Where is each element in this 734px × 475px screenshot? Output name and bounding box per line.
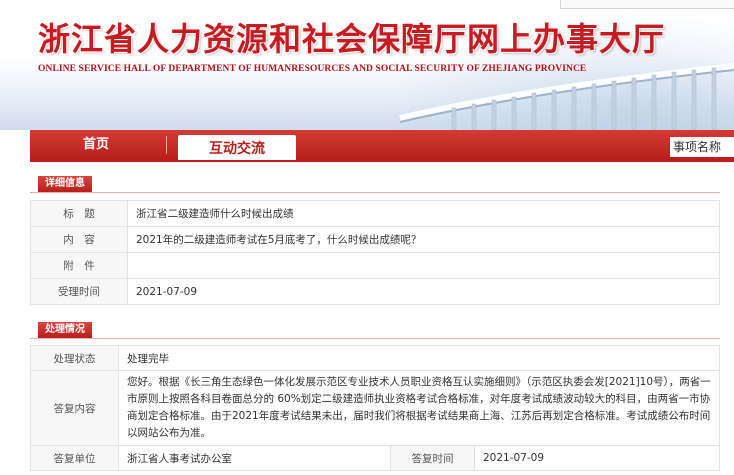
processing-table: 处理状态 处理完毕 答复内容 您好。根据《长三角生态绿色一体化发展示范区专业技术… xyxy=(30,345,720,471)
reply-time-value: 2021-07-09 xyxy=(474,445,720,471)
tab-interactive-communication[interactable]: 互动交流 xyxy=(178,135,296,162)
table-row: 答复单位 浙江省人事考试办公室 答复时间 2021-07-09 xyxy=(30,445,720,471)
reply-unit-value: 浙江省人事考试办公室 xyxy=(118,445,391,471)
nav-divider xyxy=(166,136,167,154)
title-label: 标 题 xyxy=(30,200,128,227)
details-section-header: 详细信息 xyxy=(30,176,720,193)
header-banner: 浙江省人力资源和社会保障厅网上办事大厅 ONLINE SERVICE HALL … xyxy=(0,0,734,130)
content-value: 2021年的二级建造师考试在5月底考了，什么时候出成绩呢？ xyxy=(127,226,720,253)
main-nav: 首页 互动交流 事项名称 xyxy=(30,130,734,162)
bridge-illustration xyxy=(399,63,734,130)
table-row: 内 容 2021年的二级建造师考试在5月底考了，什么时候出成绩呢？ xyxy=(30,226,720,253)
table-row: 受理时间 2021-07-09 xyxy=(30,278,720,305)
reply-unit-label: 答复单位 xyxy=(30,445,119,471)
reply-content-label: 答复内容 xyxy=(30,370,119,446)
reply-time-label: 答复时间 xyxy=(390,445,475,471)
processing-section-title: 处理情况 xyxy=(38,322,92,338)
table-row: 附 件 xyxy=(30,252,720,279)
nav-underline xyxy=(30,160,734,162)
content-label: 内 容 xyxy=(30,226,128,253)
details-section-title: 详细信息 xyxy=(38,176,92,192)
attachment-label: 附 件 xyxy=(30,252,128,279)
reply-content-value: 您好。根据《长三角生态绿色一体化发展示范区专业技术人员职业资格互认实施细则》（示… xyxy=(118,370,720,446)
table-row: 处理状态 处理完毕 xyxy=(30,345,720,371)
top-utility-bar xyxy=(560,0,734,9)
status-value: 处理完毕 xyxy=(118,345,720,371)
item-name-search-input[interactable]: 事项名称 xyxy=(670,137,734,157)
site-title: 浙江省人力资源和社会保障厅网上办事大厅 xyxy=(38,20,666,58)
nav-home-link[interactable]: 首页 xyxy=(58,130,134,160)
processing-section-header: 处理情况 xyxy=(30,322,720,339)
status-label: 处理状态 xyxy=(30,345,119,371)
attachment-value xyxy=(127,252,720,279)
table-row: 标 题 浙江省二级建造师什么时候出成绩 xyxy=(30,200,720,227)
received-time-label: 受理时间 xyxy=(30,278,128,305)
received-time-value: 2021-07-09 xyxy=(127,278,720,305)
title-value: 浙江省二级建造师什么时候出成绩 xyxy=(127,200,720,227)
table-row: 答复内容 您好。根据《长三角生态绿色一体化发展示范区专业技术人员职业资格互认实施… xyxy=(30,370,720,446)
details-table: 标 题 浙江省二级建造师什么时候出成绩 内 容 2021年的二级建造师考试在5月… xyxy=(30,200,720,305)
